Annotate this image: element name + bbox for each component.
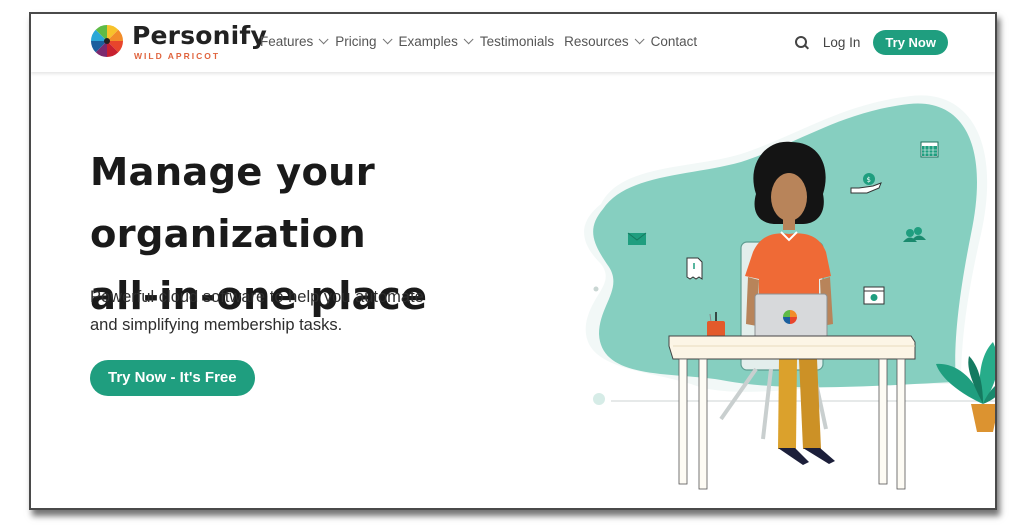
header-actions: Log In Try Now [794,30,948,55]
nav-item-label: Resources [564,34,629,49]
browser-frame: Personify WILD APRICOT Features Pricing … [29,12,997,510]
nav-item-label: Pricing [335,34,377,49]
nav-item-label: Examples [398,34,458,49]
decor-dot [593,393,605,405]
brand-name: Personify [132,21,268,50]
hero-subtitle-line-1: Powerful cloud software to help you auto… [90,288,424,306]
hero-illustration: $ [584,95,995,490]
chevron-down-icon [318,34,329,45]
site-header: Personify WILD APRICOT Features Pricing … [31,14,995,72]
hero-subtitle: Powerful cloud software to help you auto… [90,283,510,339]
laptop-logo-icon [783,310,797,324]
hero-title-line-1: Manage your organization [90,150,375,257]
nav-item-label: Testimonials [479,34,555,49]
try-now-free-button[interactable]: Try Now - It's Free [90,360,255,396]
personify-logo-icon [91,25,123,57]
try-now-button[interactable]: Try Now [873,30,948,55]
search-icon[interactable] [794,35,809,50]
brand-subtitle: WILD APRICOT [134,51,221,61]
chevron-down-icon [382,34,393,45]
nav-item-features[interactable]: Features [260,34,329,49]
nav-item-label: Contact [650,34,698,49]
decor-dot [593,286,599,292]
nav-item-label: Features [260,34,314,49]
chevron-down-icon [463,34,474,45]
envelope-icon [627,232,647,245]
nav-item-resources[interactable]: Resources [564,34,645,49]
nav-item-testimonials[interactable]: Testimonials [480,34,554,49]
document-icon [686,257,703,280]
nav-item-pricing[interactable]: Pricing [335,34,393,49]
nav-item-examples[interactable]: Examples [398,34,474,49]
brand-logo[interactable]: Personify WILD APRICOT [90,22,267,66]
chevron-down-icon [634,34,645,45]
settings-window-icon [863,286,885,305]
hero-subtitle-line-2: and simplifying membership tasks. [90,316,343,334]
main-nav: Features Pricing Examples Testimonials R… [260,34,707,49]
svg-text:$: $ [867,176,871,184]
calendar-icon [920,141,939,158]
login-link[interactable]: Log In [823,35,861,50]
nav-item-contact[interactable]: Contact [651,34,698,49]
